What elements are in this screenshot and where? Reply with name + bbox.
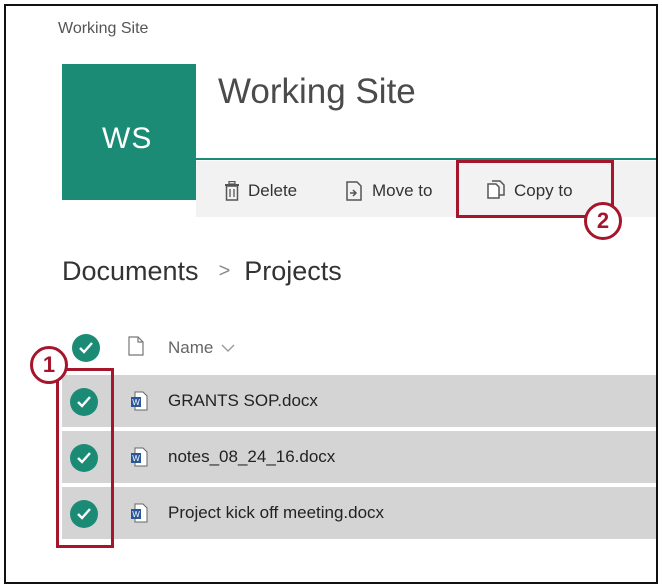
- breadcrumb-projects[interactable]: Projects: [244, 256, 342, 287]
- chevron-down-icon: [221, 344, 235, 352]
- site-breadcrumb[interactable]: Working Site: [58, 20, 148, 38]
- delete-button[interactable]: Delete: [224, 178, 297, 204]
- file-name[interactable]: Project kick off meeting.docx: [168, 503, 384, 523]
- file-name[interactable]: GRANTS SOP.docx: [168, 391, 318, 411]
- move-to-label: Move to: [372, 181, 433, 200]
- move-to-icon: [346, 181, 362, 201]
- site-logo[interactable]: WS: [62, 64, 196, 200]
- file-row[interactable]: W notes_08_24_16.docx: [62, 431, 656, 483]
- svg-text:W: W: [132, 454, 140, 463]
- breadcrumb-separator-icon: >: [218, 260, 231, 282]
- step-1-highlight-box: [56, 368, 114, 548]
- delete-label: Delete: [248, 181, 298, 200]
- file-row[interactable]: W Project kick off meeting.docx: [62, 487, 656, 539]
- select-all-checkbox[interactable]: [72, 334, 100, 362]
- screenshot-frame: Working Site WS Working Site Delete Move…: [4, 4, 658, 584]
- site-logo-initials: WS: [102, 122, 153, 155]
- file-type-header-icon: [128, 336, 144, 356]
- name-column-header[interactable]: Name: [168, 338, 235, 358]
- step-2-badge: 2: [584, 202, 622, 240]
- word-doc-icon: W: [131, 503, 148, 523]
- step-1-badge: 1: [30, 346, 68, 384]
- word-doc-icon: W: [131, 391, 148, 411]
- file-name[interactable]: notes_08_24_16.docx: [168, 447, 335, 467]
- word-doc-icon: W: [131, 447, 148, 467]
- trash-icon: [225, 181, 239, 201]
- svg-text:W: W: [132, 398, 140, 407]
- list-header: Name: [62, 328, 656, 368]
- name-column-label: Name: [168, 338, 214, 357]
- library-breadcrumb: Documents > Projects: [62, 256, 342, 287]
- site-title[interactable]: Working Site: [218, 72, 416, 112]
- file-row[interactable]: W GRANTS SOP.docx: [62, 375, 656, 427]
- svg-text:W: W: [132, 510, 140, 519]
- breadcrumb-documents[interactable]: Documents: [62, 256, 199, 287]
- file-list: W GRANTS SOP.docx W notes_08_24_16.docx: [62, 375, 656, 543]
- move-to-button[interactable]: Move to: [344, 178, 432, 204]
- checkmark-icon: [79, 342, 93, 354]
